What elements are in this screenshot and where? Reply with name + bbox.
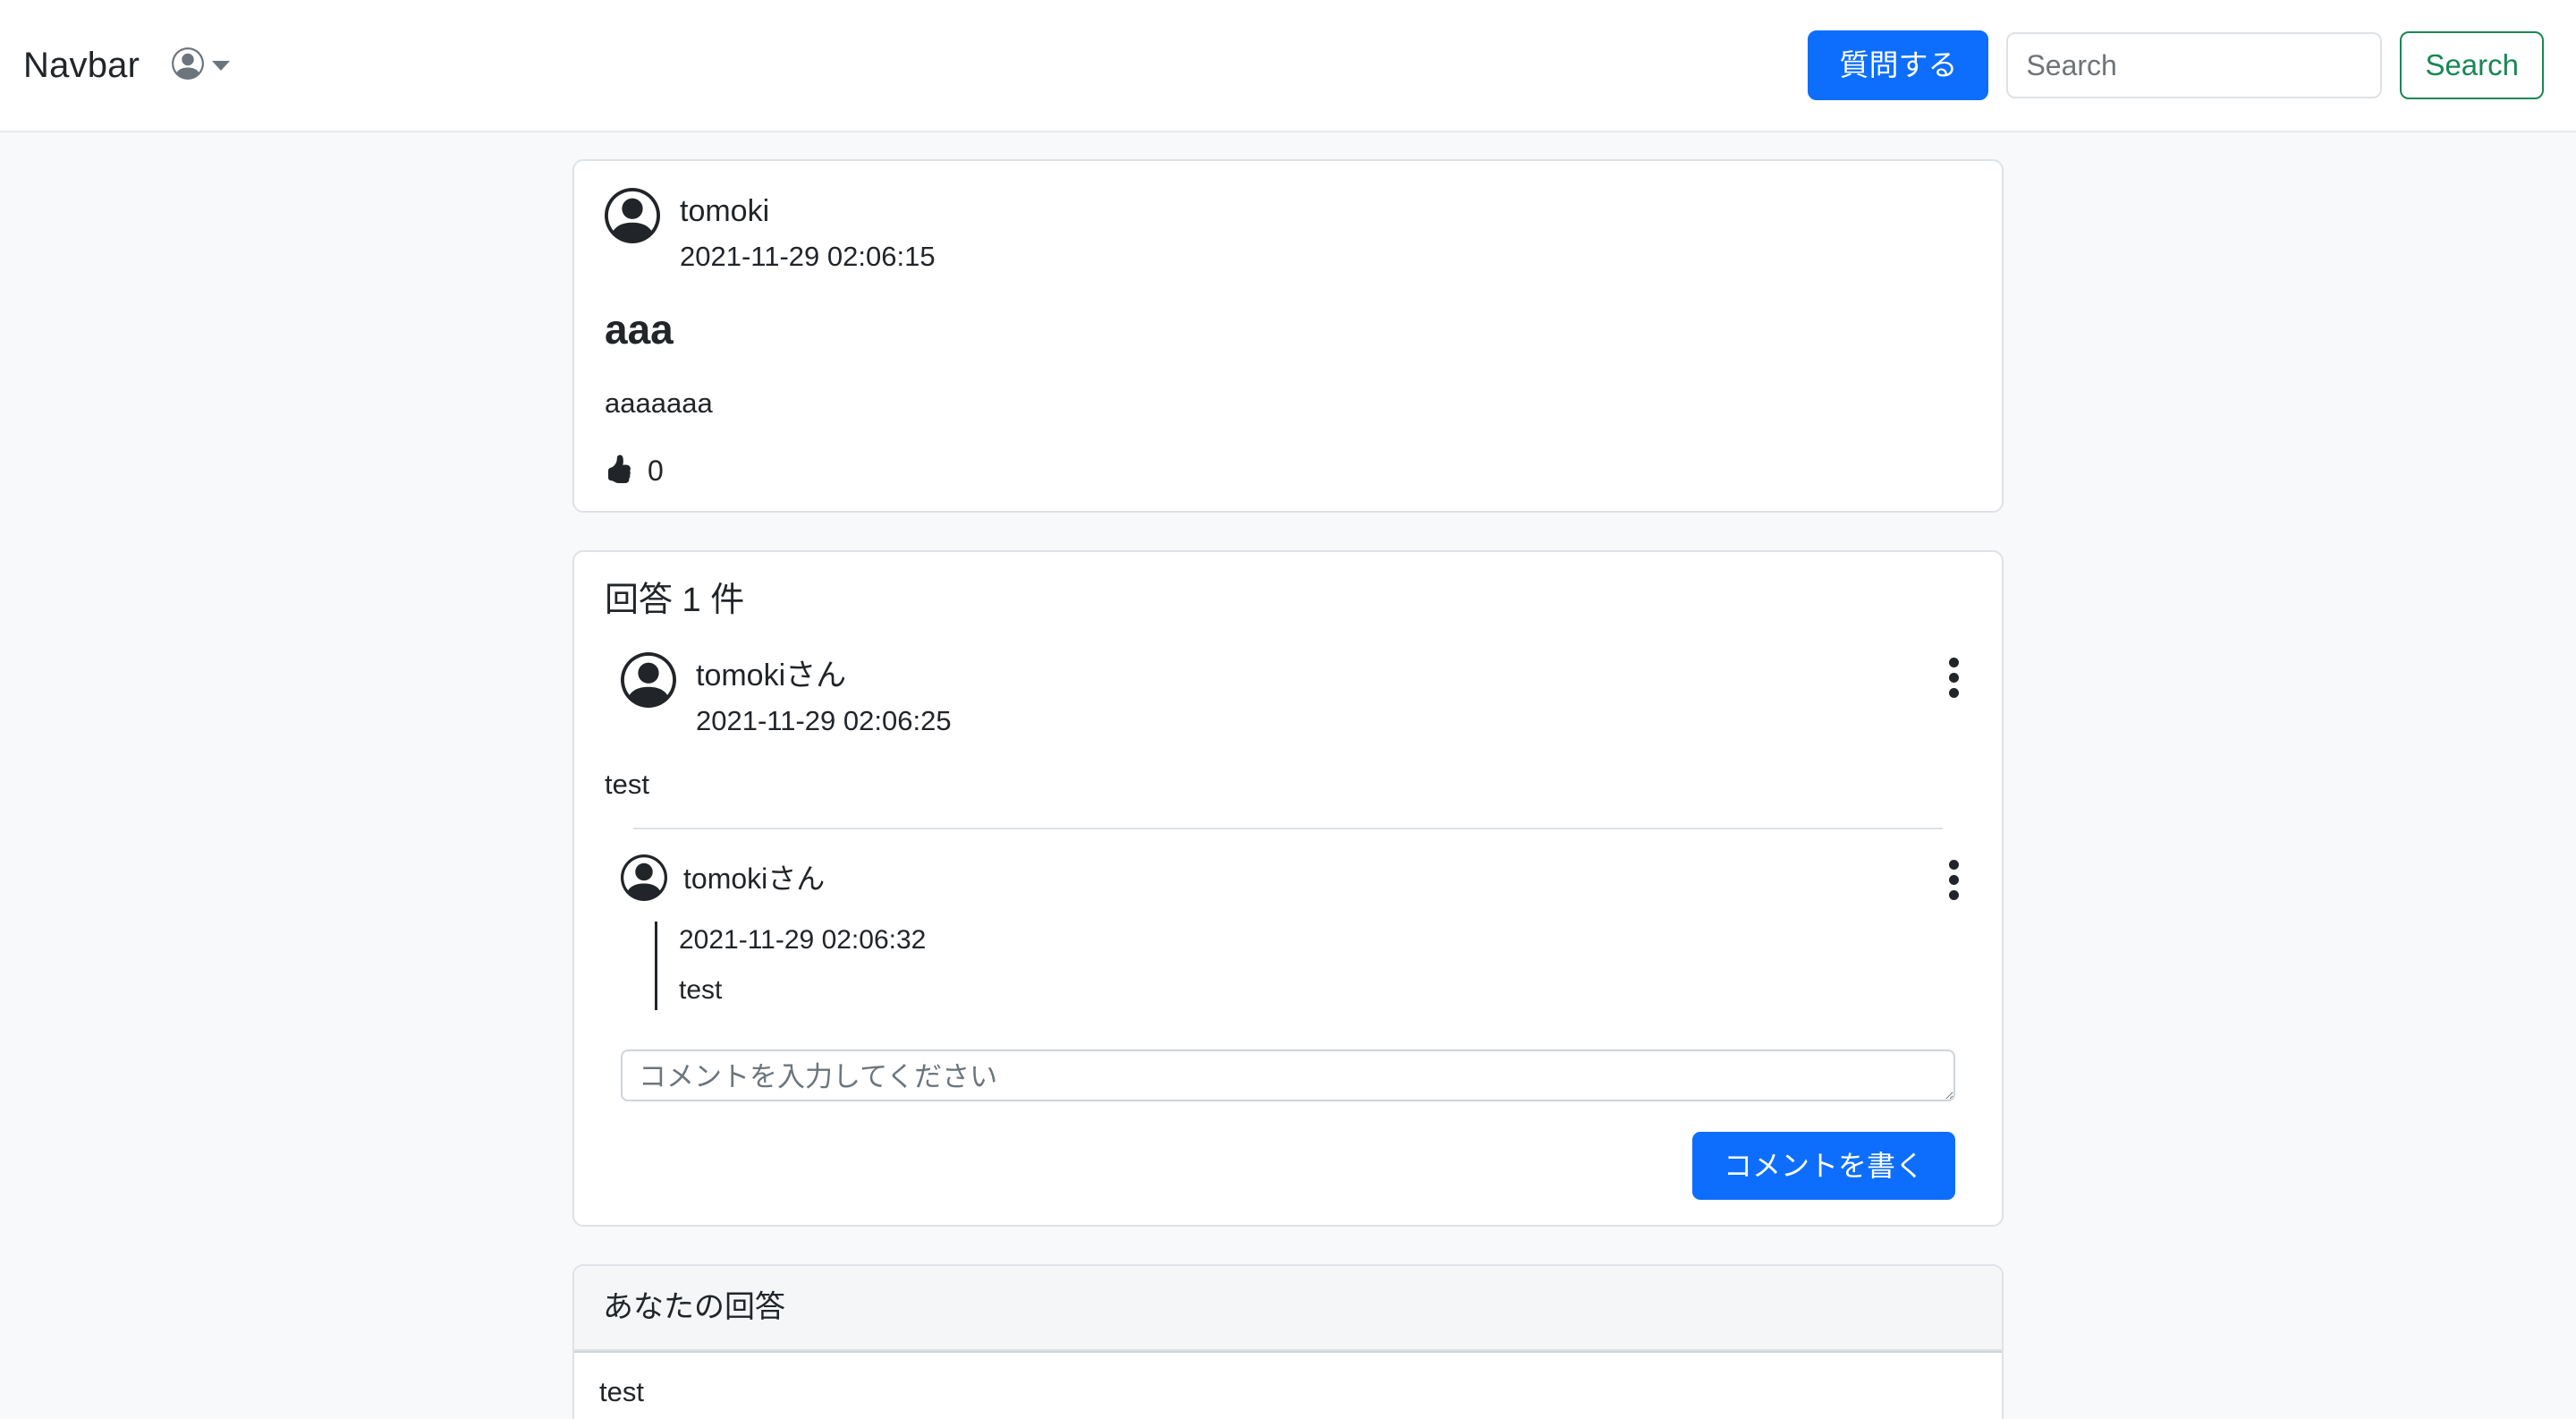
answer-author-row: tomokiさん 2021-11-29 02:06:25 [605,651,1971,741]
answers-heading: 回答 1 件 [605,582,745,620]
answers-card: 回答 1 件 tomokiさん 2021-11-29 02:06:25 test… [572,550,2004,1228]
comment-menu-button[interactable] [1936,854,1971,905]
comment-content: 2021-11-29 02:06:32 test [655,921,1971,1010]
three-dots-vertical-icon-dot [1949,672,1959,683]
thumbs-up-icon [605,455,633,486]
navbar-actions: 質問する Search [1808,30,2544,100]
question-author-name: tomoki [680,194,770,228]
search-button[interactable]: Search [2400,31,2544,99]
question-author-meta: tomoki 2021-11-29 02:06:15 [680,188,936,276]
answer-item: tomokiさん 2021-11-29 02:06:25 test tomoki… [605,651,1971,1201]
question-card-body: tomoki 2021-11-29 02:06:15 aaa aaaaaaa 0 [574,161,2002,511]
search-input[interactable] [2006,32,2383,98]
comment-form: コメントを書く [605,1049,1971,1201]
three-dots-vertical-icon [1949,859,1959,870]
page-content: tomoki 2021-11-29 02:06:15 aaa aaaaaaa 0… [0,132,2576,1419]
answer-author-meta: tomokiさん 2021-11-29 02:06:25 [696,652,952,741]
three-dots-vertical-icon-dot [1949,687,1959,698]
your-answer-input[interactable] [574,1350,2002,1419]
question-timestamp: 2021-11-29 02:06:15 [680,240,936,272]
chevron-down-icon [212,60,231,71]
your-answer-input-wrap [574,1350,2002,1419]
person-circle-icon [605,188,660,248]
question-author-row: tomoki 2021-11-29 02:06:15 [605,188,1971,276]
comment-input[interactable] [621,1049,1955,1101]
person-circle-icon [621,854,667,905]
comment-author-name: tomokiさん [683,862,826,896]
three-dots-vertical-icon-dot [1949,874,1959,885]
person-circle-icon [621,651,676,712]
answer-timestamp: 2021-11-29 02:06:25 [696,704,952,736]
navbar: Navbar 質問する Search [0,0,2576,132]
user-menu-dropdown[interactable] [172,47,231,84]
three-dots-vertical-icon [1949,657,1959,667]
question-body: aaaaaaa [605,387,713,419]
answers-card-body: 回答 1 件 tomokiさん 2021-11-29 02:06:25 test… [574,552,2002,1225]
comment-timestamp: 2021-11-29 02:06:32 [679,924,927,955]
answer-body: test [605,769,649,801]
answer-menu-button[interactable] [1936,652,1971,703]
comment-author-row: tomokiさん [605,854,1971,905]
ask-question-button[interactable]: 質問する [1808,30,1989,100]
submit-comment-button[interactable]: コメントを書く [1691,1131,1955,1201]
comment-form-actions: コメントを書く [621,1131,1955,1201]
navbar-brand[interactable]: Navbar [23,47,140,83]
question-title: aaa [605,305,674,353]
answer-comment-divider [633,827,1943,829]
your-answer-card: あなたの回答 [572,1264,2004,1419]
three-dots-vertical-icon-dot [1949,889,1959,900]
your-answer-header: あなたの回答 [574,1266,2002,1351]
question-card: tomoki 2021-11-29 02:06:15 aaa aaaaaaa 0 [572,159,2004,514]
comment-body-text: test [679,975,723,1006]
like-row: 0 [605,455,1971,486]
like-count: 0 [648,454,664,487]
answer-author-name: tomokiさん [696,658,847,693]
person-circle-icon [172,47,205,84]
content-container: tomoki 2021-11-29 02:06:15 aaa aaaaaaa 0… [572,159,2004,1419]
like-button[interactable] [605,455,633,486]
